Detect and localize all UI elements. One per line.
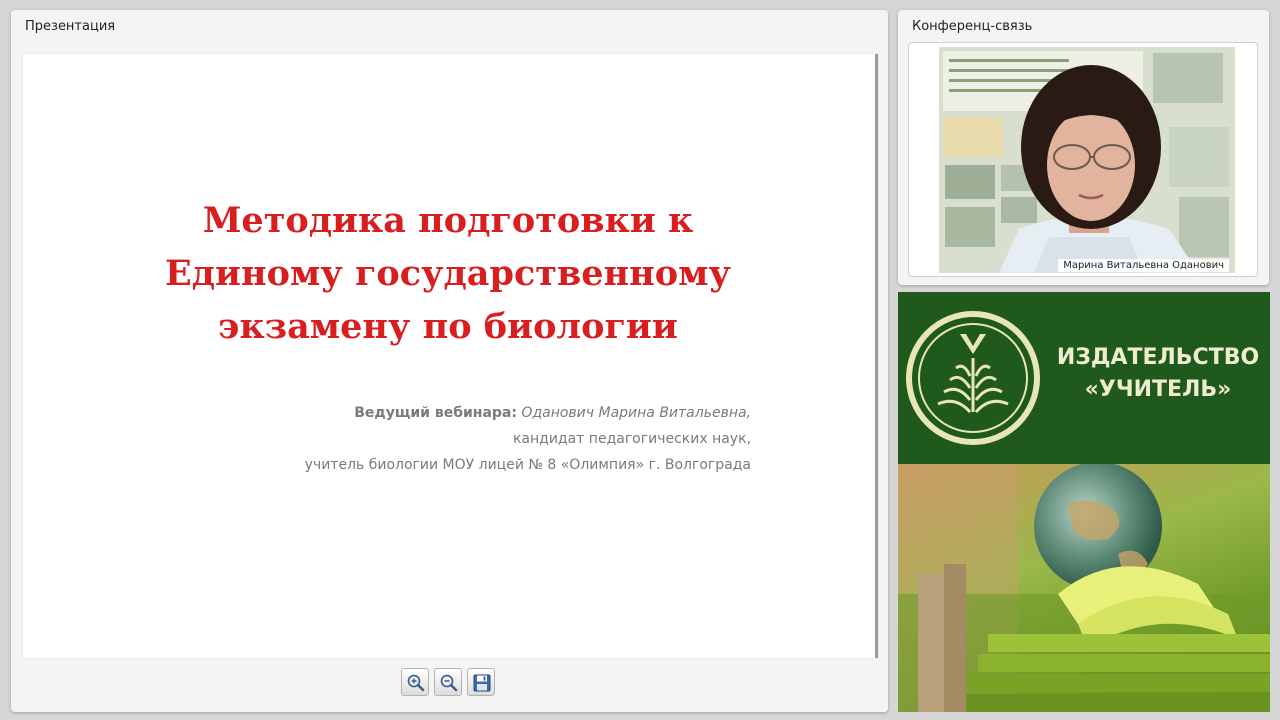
presentation-panel-title: Презентация: [25, 19, 116, 34]
presenter-degree: кандидат педагогических наук,: [512, 431, 751, 447]
publisher-name: ИЗДАТЕЛЬСТВО «УЧИТЕЛЬ»: [1056, 345, 1260, 402]
presenter-line: Ведущий вебинара: Оданович Марина Виталь…: [305, 400, 751, 426]
save-button[interactable]: [467, 668, 495, 696]
publisher-banner[interactable]: ИЗДАТЕЛЬСТВО «УЧИТЕЛЬ»: [898, 292, 1270, 712]
presenter-position: учитель биологии МОУ лицей № 8 «Олимпия»…: [304, 457, 751, 473]
presentation-slide: Методика подготовки к Единому государств…: [23, 54, 878, 658]
zoom-in-button[interactable]: [401, 668, 429, 696]
speaker-video: [939, 47, 1235, 273]
save-icon: [473, 674, 491, 692]
speaker-name-label: Марина Витальевна Оданович: [1058, 259, 1229, 272]
video-feed[interactable]: Марина Витальевна Оданович: [908, 42, 1258, 277]
presenter-name: Оданович Марина Витальевна,: [521, 405, 751, 421]
presenter-info: Ведущий вебинара: Оданович Марина Виталь…: [305, 400, 751, 478]
zoom-out-button[interactable]: [434, 668, 462, 696]
conference-panel-title: Конференц-связь: [912, 19, 1033, 34]
speaker-video-image: [939, 47, 1235, 273]
globe-books-illustration: [898, 462, 1270, 712]
publisher-logo-icon: [906, 311, 1040, 445]
banner-header: ИЗДАТЕЛЬСТВО «УЧИТЕЛЬ»: [898, 292, 1270, 464]
zoom-out-icon: [440, 674, 458, 692]
presentation-panel: Презентация Методика подготовки к Едином…: [11, 10, 888, 712]
banner-illustration: [898, 462, 1270, 712]
zoom-in-icon: [407, 674, 425, 692]
conference-panel: Конференц-связь Марина Витальевна Оданов…: [898, 10, 1269, 285]
presenter-label: Ведущий вебинара:: [354, 405, 517, 421]
slide-title: Методика подготовки к Единому государств…: [165, 200, 731, 347]
